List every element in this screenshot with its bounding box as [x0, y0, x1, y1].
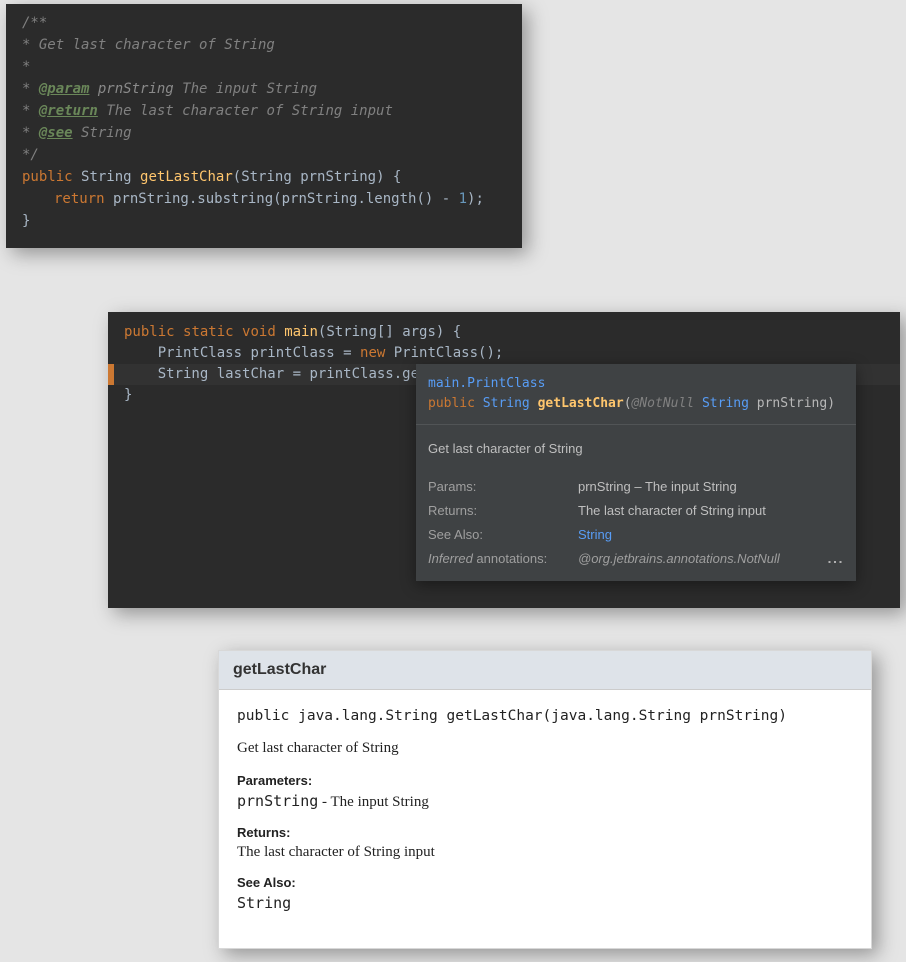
- quick-doc-tooltip: main.PrintClass public String getLastCha…: [416, 364, 856, 581]
- editor-panel[interactable]: public static void main(String[] args) {…: [108, 312, 900, 608]
- doc-close: */: [22, 144, 506, 166]
- params-value: prnString - The input String: [237, 792, 853, 811]
- javadoc-source-panel: /** * Get last character of String * * @…: [6, 4, 522, 248]
- tooltip-header: main.PrintClass public String getLastCha…: [416, 364, 856, 425]
- javadoc-method-header: getLastChar: [219, 651, 871, 690]
- tooltip-params-label: Params:: [428, 475, 578, 499]
- returns-value: The last character of String input: [237, 844, 853, 861]
- tooltip-see-label: See Also:: [428, 523, 578, 547]
- see-also-title: See Also:: [237, 875, 853, 890]
- tooltip-class: main.PrintClass: [428, 376, 545, 391]
- see-tag: @see: [39, 125, 73, 141]
- param-text: The input String: [174, 81, 317, 97]
- code-line-1[interactable]: public static void main(String[] args) {: [108, 322, 900, 343]
- breakpoint-gutter-icon[interactable]: [108, 364, 114, 385]
- tooltip-method: getLastChar: [538, 396, 624, 411]
- tooltip-inferred-ann: @org.jetbrains.annotations.NotNull: [578, 547, 780, 571]
- doc-open: /**: [22, 12, 506, 34]
- javadoc-description: Get last character of String: [237, 740, 853, 757]
- doc-blank: *: [22, 56, 506, 78]
- params-title: Parameters:: [237, 773, 853, 788]
- tooltip-body: Get last character of String Params:prnS…: [416, 425, 856, 581]
- see-text: String: [73, 125, 132, 141]
- method-name: getLastChar: [140, 169, 233, 185]
- doc-see-line: * @see String: [22, 122, 506, 144]
- tooltip-see-link[interactable]: String: [578, 523, 612, 547]
- see-also-value: String: [237, 894, 853, 912]
- doc-desc: * Get last character of String: [22, 34, 506, 56]
- returns-title: Returns:: [237, 825, 853, 840]
- more-actions-icon[interactable]: ⋮: [822, 554, 846, 571]
- doc-return-line: * @return The last character of String i…: [22, 100, 506, 122]
- tooltip-returns-label: Returns:: [428, 499, 578, 523]
- brace-close: }: [22, 210, 506, 232]
- tooltip-returns-value: The last character of String input: [578, 499, 766, 523]
- return-text: The last character of String input: [98, 103, 393, 119]
- param-name: prnString: [98, 81, 174, 97]
- method-body-line: return prnString.substring(prnString.len…: [22, 188, 506, 210]
- param-tag: @param: [39, 81, 90, 97]
- javadoc-html-panel: getLastChar public java.lang.String getL…: [218, 650, 872, 949]
- doc-param-line: * @param prnString The input String: [22, 78, 506, 100]
- return-tag: @return: [39, 103, 98, 119]
- code-line-2[interactable]: PrintClass printClass = new PrintClass()…: [108, 343, 900, 364]
- tooltip-params-value: prnString – The input String: [578, 475, 737, 499]
- method-signature-line: public String getLastChar(String prnStri…: [22, 166, 506, 188]
- javadoc-signature: public java.lang.String getLastChar(java…: [237, 708, 853, 724]
- tooltip-desc: Get last character of String: [428, 437, 844, 461]
